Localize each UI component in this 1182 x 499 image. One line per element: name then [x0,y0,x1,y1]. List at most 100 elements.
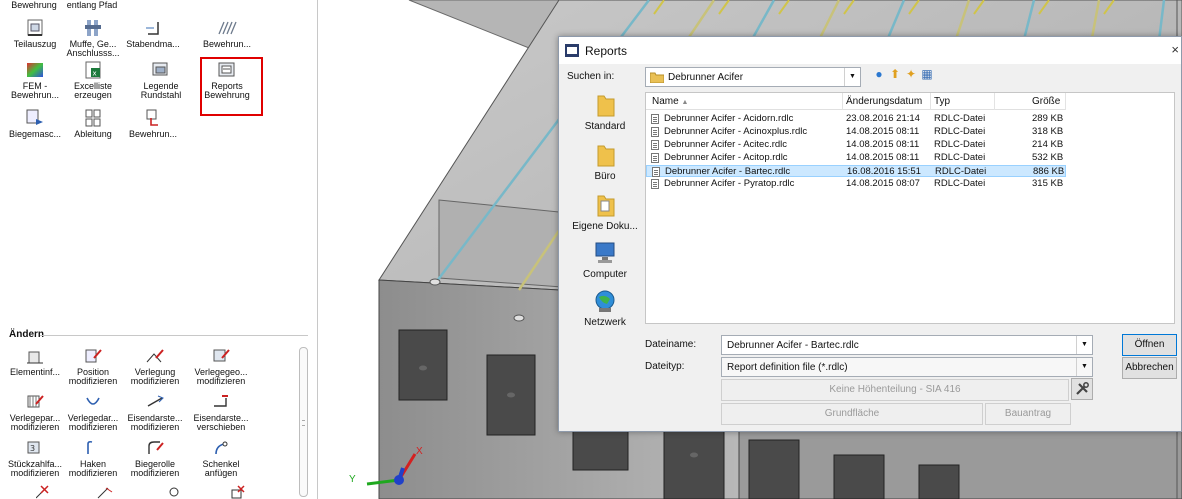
tool-label: Verlegegeo... modifizieren [194,367,248,386]
view-menu-icon[interactable]: ▦ [919,67,935,81]
height-division-button[interactable]: Keine Höhenteilung - SIA 416 [721,379,1069,401]
filename-input[interactable]: Debrunner Acifer - Bartec.rdlc [721,335,1093,355]
file-size: 318 KB [1032,126,1064,137]
column-size[interactable]: Größe [1032,96,1060,107]
tool-teilauszug[interactable]: Teilauszug [2,18,68,49]
filetype-value: Report definition file (*.rdlc) [727,362,848,373]
tool-verlegedar-modifizieren[interactable]: Verlegedar... modifizieren [60,392,126,432]
file-date: 16.08.2016 15:51 [847,166,921,177]
tool-legende[interactable]: Legende Rundstahl [128,60,194,100]
filetype-select[interactable]: Report definition file (*.rdlc) ▼ [721,357,1093,377]
tool-label: Biegerolle modifizieren [130,459,180,478]
tool-label: Teilauszug [13,39,57,49]
reports-dialog: Reports × Suchen in: Debrunner Acifer ▼ … [558,36,1182,432]
palette-scrollbar[interactable] [299,347,308,497]
file-size: 886 KB [1033,166,1065,177]
tool-ableitung[interactable]: Ableitung [60,108,126,139]
file-list[interactable]: Name ▲ Änderungsdatum Typ Größe Debrunne… [645,92,1175,324]
tool-label: Elementinf... [9,367,61,377]
sort-ascending-icon: ▲ [681,99,689,106]
file-type: RDLC-Datei [935,166,987,177]
hook-icon [87,440,93,454]
floor-area-button[interactable]: Grundfläche [721,403,983,425]
column-type[interactable]: Typ [934,96,950,107]
place-buero[interactable]: Büro [567,142,643,182]
tool-eisendarste-verschieben[interactable]: Eisendarste... verschieben [188,392,254,432]
tool-stueckzahl-modifizieren[interactable]: 3 Stückzahlfa... modifizieren [2,438,68,478]
tool-label: Stückzahlfa... modifizieren [7,459,63,478]
tool-elementinf[interactable]: Elementinf... [2,346,68,377]
tool-biegemasc[interactable]: Biegemasc... [2,108,68,139]
tool-fem[interactable]: FEM - Bewehrun... [2,60,68,100]
up-folder-icon[interactable]: ⬆ [887,67,903,81]
column-date[interactable]: Änderungsdatum [846,96,922,107]
folder-icon [597,145,615,167]
look-in-select[interactable]: Debrunner Acifer ▼ [645,67,861,87]
settings-tool-button[interactable] [1071,378,1093,400]
chevron-down-icon[interactable]: ▼ [1076,358,1092,376]
file-row[interactable]: Debrunner Acifer - Acidorn.rdlc 23.08.201… [646,113,1066,125]
leg-add-icon [215,441,228,455]
tool-label: Verlegung modifizieren [130,367,180,386]
file-row[interactable]: Debrunner Acifer - Pyratop.rdlc 14.08.201… [646,178,1066,190]
file-size: 315 KB [1032,178,1064,189]
file-size: 289 KB [1032,113,1064,124]
close-icon[interactable]: × [1171,42,1179,57]
tool-label: Eisendarste... verschieben [193,413,249,432]
chevron-down-icon[interactable]: ▼ [1076,336,1092,354]
bending-machine-icon [26,109,43,125]
look-in-label: Suchen in: [567,71,615,82]
file-row[interactable]: Debrunner Acifer - Acitop.rdlc 14.08.2015… [646,152,1066,164]
tool-muffe[interactable]: Muffe, Ge... Anschlusss... [60,18,126,58]
file-row[interactable]: Debrunner Acifer - Acinoxplus.rdlc 14.08.… [646,126,1066,138]
file-date: 14.08.2015 08:11 [846,152,920,163]
column-divider[interactable] [842,93,843,110]
position-edit-icon [85,349,102,363]
new-folder-icon[interactable]: ✦ [903,67,919,81]
tool-schenkel-anfuegen[interactable]: Schenkel anfügen [188,438,254,478]
tool-entlang-pfad[interactable]: entlang Pfad [62,1,122,10]
file-row[interactable]: Debrunner Acifer - Acitec.rdlc 14.08.2015… [646,139,1066,151]
scrollbar-grip[interactable] [302,420,305,426]
column-divider[interactable] [1065,93,1066,110]
dialog-titlebar[interactable]: Reports × [559,37,1181,64]
place-eigene-dokumente[interactable]: Eigene Doku... [567,192,643,232]
tool-verlegegeo-modifizieren[interactable]: Verlegegeo... modifizieren [188,346,254,386]
tool-verlegepar-modifizieren[interactable]: Verlegepar... modifizieren [2,392,68,432]
column-divider[interactable] [994,93,995,110]
open-button[interactable]: Öffnen [1122,334,1177,356]
rdlc-file-icon [652,167,660,177]
tool-excelliste[interactable]: x Excelliste erzeugen [60,60,126,100]
place-computer[interactable]: Computer [567,240,643,280]
tool-verlegung-modifizieren[interactable]: Verlegung modifizieren [122,346,188,386]
tool-bewehrung-top[interactable]: Bewehrung [4,1,64,10]
tool-bewehrun-1[interactable]: Bewehrun... [194,18,260,49]
tool-bewehrun-2[interactable]: Bewehrun... [120,108,186,139]
tool-position-modifizieren[interactable]: Position modifizieren [60,346,126,386]
tool-label: Ableitung [74,129,112,139]
back-icon[interactable]: ● [871,67,887,81]
coupler-icon [85,20,101,36]
place-label: Standard [584,121,626,132]
column-name[interactable]: Name ▲ [652,96,688,107]
reinforcement-icon [146,109,158,126]
dialog-app-icon [565,44,579,57]
chevron-down-icon[interactable]: ▼ [844,68,860,86]
filename-dropdown[interactable]: ▼ [1076,335,1093,355]
tool-eisendarste-modifizieren[interactable]: Eisendarste... modifizieren [122,392,188,432]
cancel-button[interactable]: Abbrechen [1122,357,1177,379]
place-standard[interactable]: Standard [567,92,643,132]
file-row[interactable]: Debrunner Acifer - Bartec.rdlc 16.08.2016… [646,165,1066,177]
tool-label: Position modifizieren [68,367,118,386]
tool-biegerolle-modifizieren[interactable]: Biegerolle modifizieren [122,438,188,478]
tool-stabendma[interactable]: Stabendma... [120,18,186,49]
column-divider[interactable] [930,93,931,110]
dialog-title: Reports [585,44,628,58]
file-size: 532 KB [1032,152,1064,163]
tool-palette: Bewehrung entlang Pfad Teilauszug Muffe,… [0,0,318,499]
building-application-button[interactable]: Bauantrag [985,403,1071,425]
file-date: 14.08.2015 08:11 [846,139,920,150]
place-netzwerk[interactable]: Netzwerk [567,288,643,328]
tool-haken-modifizieren[interactable]: Haken modifizieren [60,438,126,478]
file-name: Debrunner Acifer - Bartec.rdlc [665,166,791,177]
